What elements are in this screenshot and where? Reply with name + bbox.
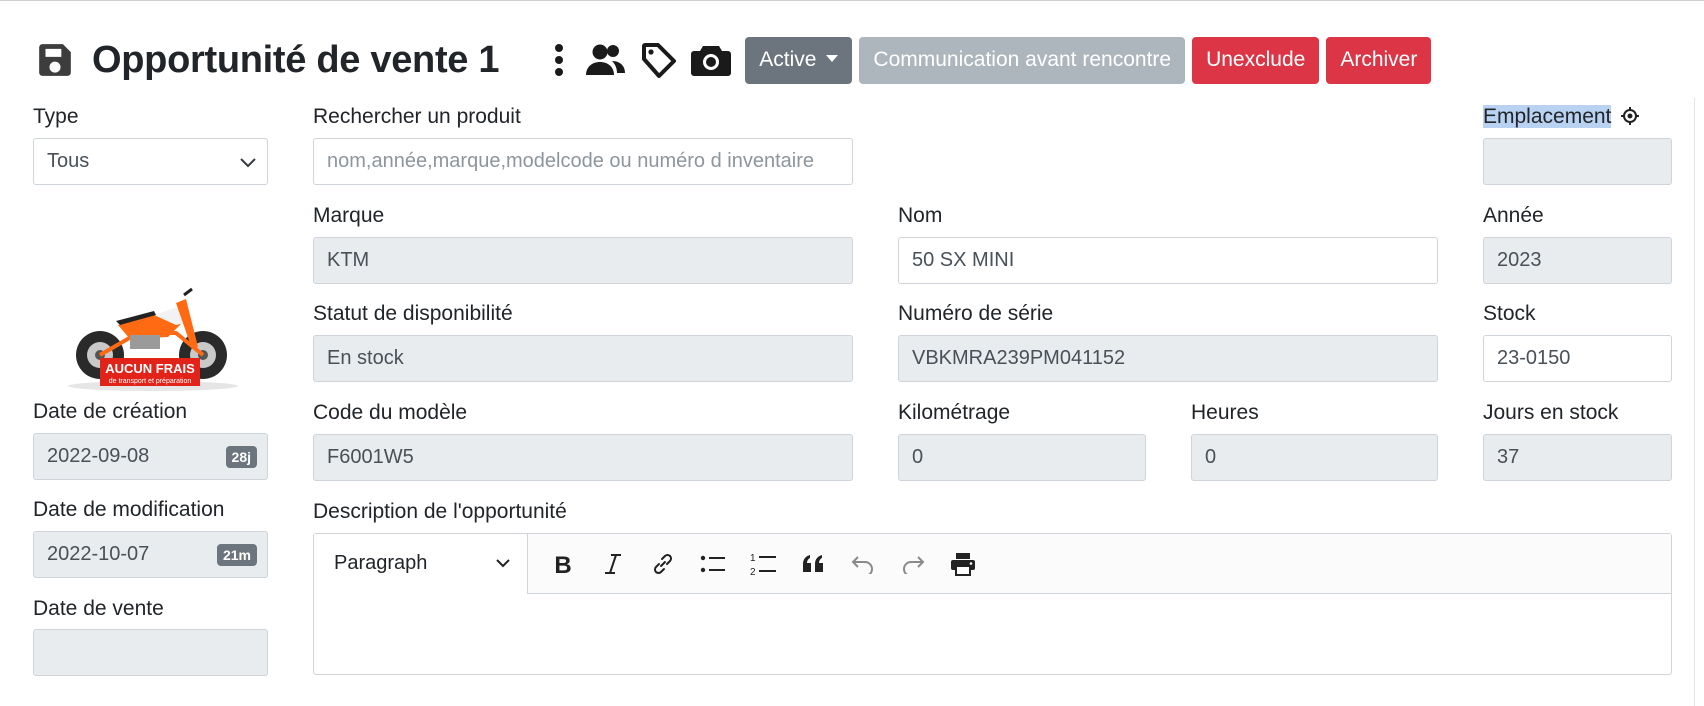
created-date-label: Date de création <box>33 400 188 423</box>
days-in-stock-field: 37 <box>1483 434 1672 481</box>
days-in-stock-label: Jours en stock <box>1483 401 1619 424</box>
hours-value: 0 <box>1205 446 1217 468</box>
year-value: 2023 <box>1497 249 1542 271</box>
search-product-placeholder: nom,année,marque,modelcode ou numéro d i… <box>327 150 814 172</box>
redo-icon[interactable] <box>888 534 938 594</box>
users-icon[interactable] <box>583 40 627 80</box>
archive-button[interactable]: Archiver <box>1326 36 1432 84</box>
caret-down-icon <box>826 54 839 62</box>
paragraph-style-select[interactable]: Paragraph <box>314 533 528 594</box>
name-input[interactable]: 50 SX MINI <box>898 237 1438 284</box>
locate-icon[interactable] <box>1620 106 1640 126</box>
type-select-value: Tous <box>47 150 90 172</box>
editor-toolbar: Paragraph B 12 <box>314 533 1671 594</box>
hours-field: 0 <box>1191 434 1438 481</box>
tag-icon[interactable] <box>637 40 681 80</box>
modified-date-field: 2022-10-07 21m <box>33 531 268 578</box>
save-icon[interactable] <box>36 41 74 79</box>
created-date-value: 2022-09-08 <box>47 445 150 467</box>
page-header: Opportunité de vente 1 Active Communicat… <box>36 36 1438 84</box>
availability-field: En stock <box>313 335 853 382</box>
created-age-badge: 28j <box>225 446 257 468</box>
stock-value: 23-0150 <box>1497 347 1571 369</box>
name-value: 50 SX MINI <box>912 249 1015 271</box>
availability-value: En stock <box>327 347 404 369</box>
serial-field: VBKMRA239PM041152 <box>898 335 1438 382</box>
svg-text:2: 2 <box>750 567 756 577</box>
sale-date-field <box>33 629 268 676</box>
promo-subtext: de transport et préparation <box>109 378 192 385</box>
brand-field: KTM <box>313 237 853 284</box>
stock-label: Stock <box>1483 302 1536 325</box>
camera-icon[interactable] <box>689 40 733 80</box>
numbered-list-icon[interactable]: 12 <box>738 534 788 594</box>
hours-label: Heures <box>1191 401 1259 424</box>
bullet-list-icon[interactable] <box>688 534 738 594</box>
location-label: Emplacement <box>1483 105 1612 128</box>
search-product-label: Rechercher un produit <box>313 105 521 128</box>
created-date-field: 2022-09-08 28j <box>33 433 268 480</box>
sale-date-label: Date de vente <box>33 597 164 620</box>
mileage-value: 0 <box>912 446 924 468</box>
mileage-field: 0 <box>898 434 1146 481</box>
brand-value: KTM <box>327 249 370 271</box>
year-field: 2023 <box>1483 237 1672 284</box>
type-select[interactable]: Tous <box>33 138 268 185</box>
description-label: Description de l'opportunité <box>313 500 567 523</box>
stock-input[interactable]: 23-0150 <box>1483 335 1672 382</box>
model-code-field: F6001W5 <box>313 434 853 481</box>
description-editor: Paragraph B 12 <box>313 533 1672 675</box>
model-code-label: Code du modèle <box>313 401 468 424</box>
serial-value: VBKMRA239PM041152 <box>912 347 1126 369</box>
paragraph-style-value: Paragraph <box>334 552 428 574</box>
scroll-divider <box>1694 98 1695 706</box>
location-field <box>1483 138 1672 185</box>
unexclude-button[interactable]: Unexclude <box>1192 36 1320 84</box>
italic-icon[interactable] <box>588 534 638 594</box>
modified-date-label: Date de modification <box>33 498 225 521</box>
link-icon[interactable] <box>638 534 688 594</box>
modified-age-badge: 21m <box>216 544 257 566</box>
location-label-row: Emplacement <box>1483 105 1640 129</box>
communication-button[interactable]: Communication avant rencontre <box>859 36 1186 84</box>
name-label: Nom <box>898 204 943 227</box>
chevron-down-icon <box>240 158 256 168</box>
more-vertical-icon[interactable] <box>545 40 573 80</box>
type-label: Type <box>33 105 79 128</box>
modified-date-value: 2022-10-07 <box>47 543 150 565</box>
svg-text:B: B <box>554 552 571 576</box>
model-code-value: F6001W5 <box>327 446 414 468</box>
bold-icon[interactable]: B <box>538 534 588 594</box>
serial-label: Numéro de série <box>898 302 1054 325</box>
blockquote-icon[interactable] <box>788 534 838 594</box>
search-product-input[interactable]: nom,année,marque,modelcode ou numéro d i… <box>313 138 853 185</box>
availability-label: Statut de disponibilité <box>313 302 513 325</box>
mileage-label: Kilométrage <box>898 401 1011 424</box>
brand-label: Marque <box>313 204 385 227</box>
undo-icon[interactable] <box>838 534 888 594</box>
chevron-down-icon <box>496 558 510 567</box>
print-icon[interactable] <box>938 534 988 594</box>
status-dropdown-button[interactable]: Active <box>745 36 853 84</box>
svg-text:1: 1 <box>750 553 756 564</box>
product-image: AUCUN FRAIS de transport et préparation <box>68 287 238 391</box>
editor-content-area[interactable] <box>314 594 1671 674</box>
year-label: Année <box>1483 204 1544 227</box>
promo-text: AUCUN FRAIS <box>105 361 195 376</box>
page-title: Opportunité de vente 1 <box>92 38 500 81</box>
days-in-stock-value: 37 <box>1497 446 1520 468</box>
status-dropdown-label: Active <box>759 48 817 71</box>
top-border <box>0 0 1704 1</box>
